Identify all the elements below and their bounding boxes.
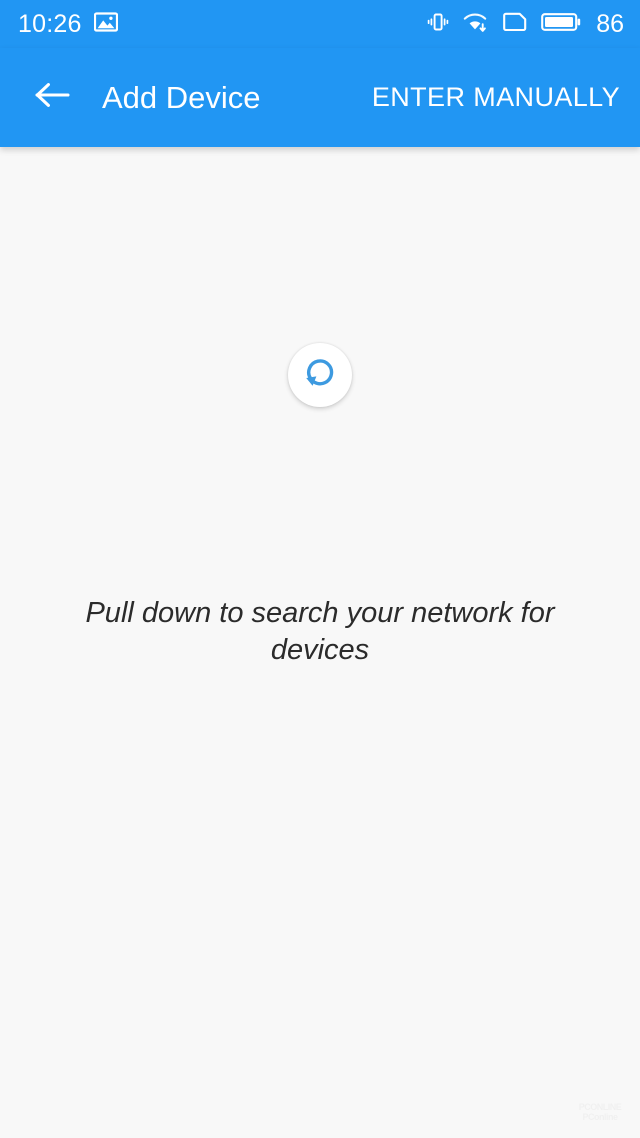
screenshot-image-icon: [93, 11, 118, 38]
watermark-line-1: PCONLINE: [572, 1102, 628, 1112]
battery-icon: [541, 11, 581, 38]
vibrate-icon: [426, 10, 450, 39]
status-time: 10:26: [18, 9, 82, 38]
watermark-line-2: PConline: [572, 1112, 628, 1122]
pull-to-refresh-indicator[interactable]: [288, 343, 352, 407]
status-bar: 10:26 86: [0, 0, 640, 48]
status-bar-left: 10:26: [18, 11, 118, 38]
wifi-download-icon: [463, 10, 489, 39]
refresh-circular-arrow-icon: [300, 353, 340, 398]
main-content: Pull down to search your network for dev…: [0, 147, 640, 1138]
enter-manually-button[interactable]: ENTER MANUALLY: [362, 76, 626, 119]
phone-screen: 10:26 86 Add Device ENTER MANUALLY Pull …: [0, 0, 640, 1138]
battery-percent: 86: [596, 9, 624, 38]
watermark: PCONLINE PConline: [572, 1102, 628, 1136]
page-title: Add Device: [102, 80, 261, 115]
pull-down-hint-text: Pull down to search your network for dev…: [85, 597, 555, 666]
arrow-left-icon: [33, 80, 71, 115]
back-button[interactable]: [30, 76, 74, 120]
status-bar-right: 86: [426, 10, 624, 39]
sim-card-icon: [502, 11, 528, 38]
app-bar: Add Device ENTER MANUALLY: [0, 48, 640, 147]
